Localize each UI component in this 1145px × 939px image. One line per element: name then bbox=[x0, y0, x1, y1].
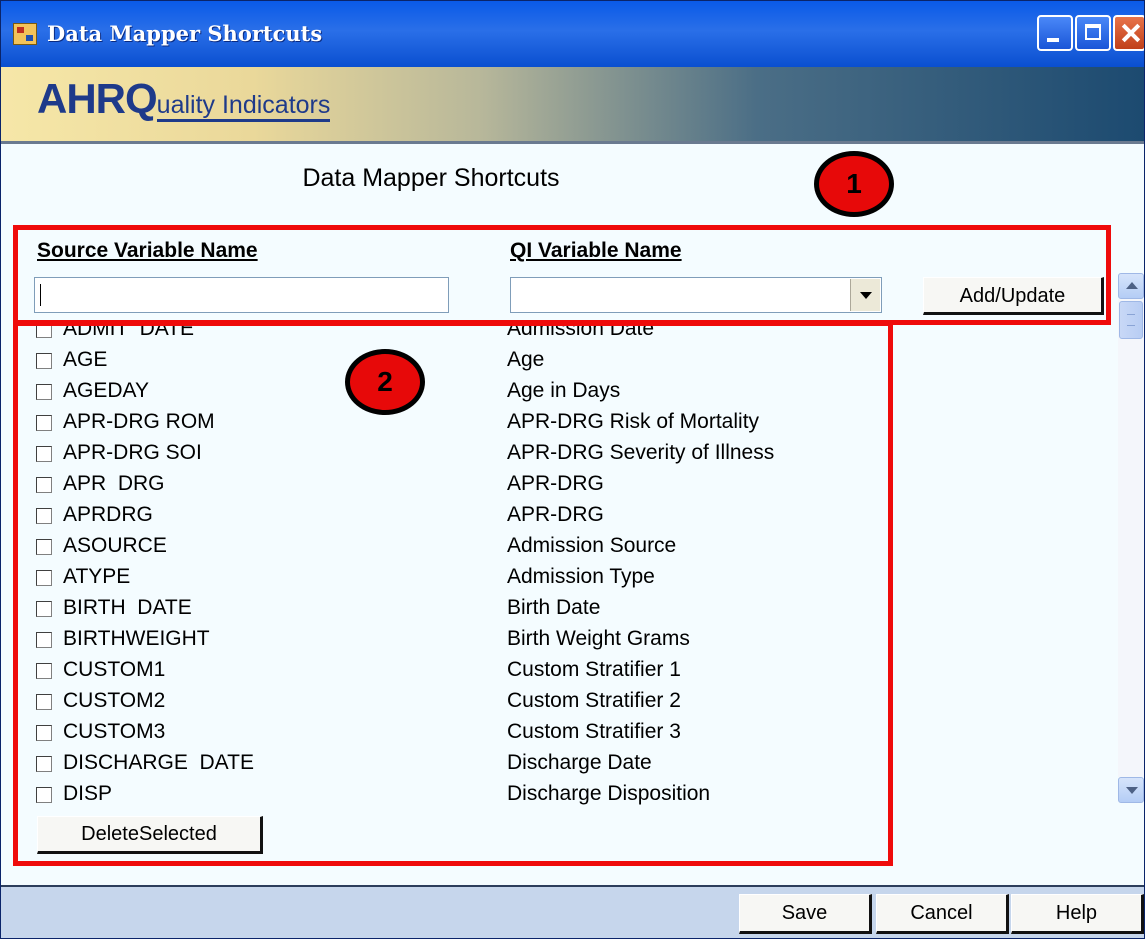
annotation-box-1 bbox=[13, 225, 1111, 325]
app-icon bbox=[13, 23, 37, 45]
logo-text: uality Indicators bbox=[156, 91, 331, 122]
minimize-button[interactable] bbox=[1037, 15, 1073, 51]
save-button[interactable]: Save bbox=[739, 894, 872, 934]
maximize-button[interactable] bbox=[1075, 15, 1111, 51]
data-mapper-window: Data Mapper Shortcuts AHRQuality Indicat… bbox=[0, 0, 1145, 939]
window-title: Data Mapper Shortcuts bbox=[47, 21, 323, 46]
scrollbar-thumb[interactable] bbox=[1119, 301, 1143, 339]
annotation-callout-2: 2 bbox=[345, 349, 425, 415]
scroll-up-icon[interactable] bbox=[1118, 273, 1144, 299]
scroll-down-icon[interactable] bbox=[1118, 777, 1144, 803]
scrollbar-track[interactable] bbox=[1118, 299, 1144, 777]
help-button[interactable]: Help bbox=[1011, 894, 1144, 934]
annotation-callout-1: 1 bbox=[814, 151, 894, 217]
banner-divider bbox=[1, 141, 1144, 144]
banner: AHRQuality Indicators bbox=[1, 67, 1144, 141]
annotation-box-2 bbox=[13, 321, 893, 866]
close-button[interactable] bbox=[1113, 15, 1144, 51]
page-heading: Data Mapper Shortcuts bbox=[302, 164, 560, 192]
title-bar[interactable]: Data Mapper Shortcuts bbox=[1, 1, 1144, 67]
ahrq-logo: AHRQuality Indicators bbox=[37, 75, 331, 123]
logo-ahrq: AHRQ bbox=[37, 75, 158, 122]
cancel-button[interactable]: Cancel bbox=[876, 894, 1009, 934]
